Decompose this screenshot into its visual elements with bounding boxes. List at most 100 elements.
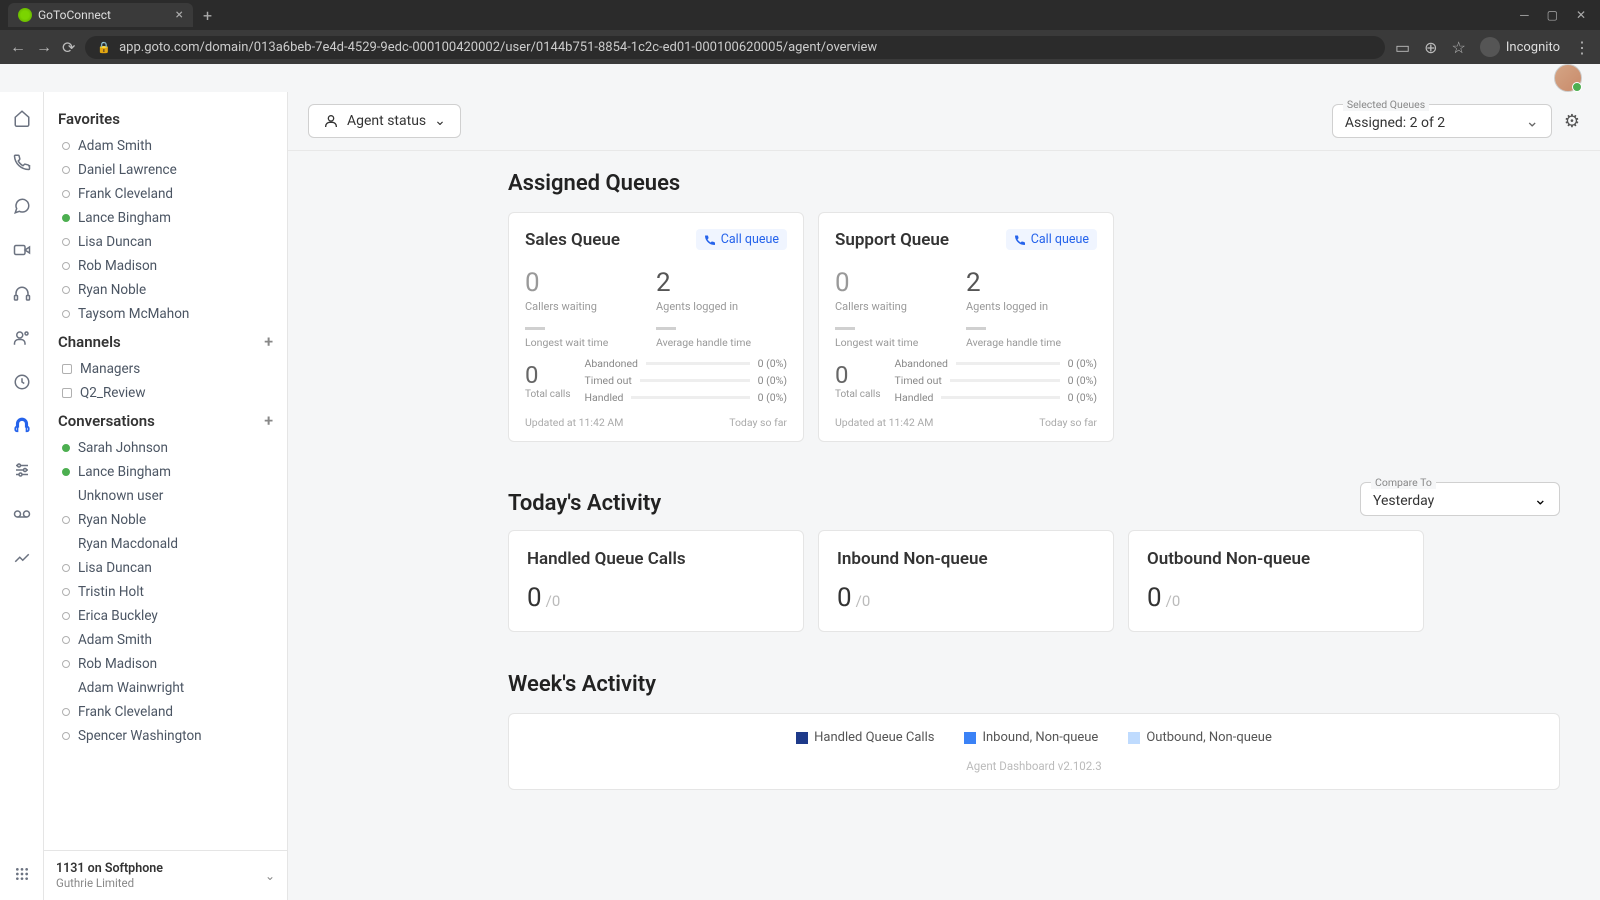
forward-icon[interactable]: → (36, 37, 52, 57)
conversation-item[interactable]: Lisa Duncan (52, 556, 279, 580)
zoom-icon[interactable]: ⊕ (1424, 38, 1437, 57)
call-queue-button[interactable]: Call queue (696, 229, 787, 250)
conversation-item[interactable]: Lance Bingham (52, 460, 279, 484)
app-header (0, 64, 1600, 92)
gear-icon[interactable]: ⚙ (1564, 111, 1580, 132)
timed-out-value: 0 (0%) (1068, 374, 1097, 387)
menu-icon[interactable]: ⋮ (1574, 38, 1590, 57)
minimize-icon[interactable]: ─ (1520, 8, 1529, 22)
handled-label: Handled (585, 391, 624, 404)
channel-item[interactable]: Managers (52, 357, 279, 381)
close-window-icon[interactable]: ✕ (1576, 8, 1586, 22)
selected-queues-label: Selected Queues (1343, 98, 1429, 111)
presence-icon (62, 588, 70, 596)
history-icon[interactable] (12, 372, 32, 392)
agents-logged-label: Agents logged in (966, 300, 1097, 313)
callers-waiting-value: 0 (835, 268, 966, 298)
channels-title: Channels (58, 333, 121, 351)
call-queue-button[interactable]: Call queue (1006, 229, 1097, 250)
voicemail-icon[interactable] (12, 504, 32, 524)
conversation-name: Lisa Duncan (78, 560, 152, 576)
compare-to-dropdown[interactable]: Compare To Yesterday ⌄ (1360, 482, 1560, 516)
conversations-header[interactable]: Conversations + (52, 405, 279, 436)
incognito-label: Incognito (1506, 40, 1560, 55)
add-conversation-icon[interactable]: + (264, 411, 273, 430)
conversation-name: Sarah Johnson (78, 440, 168, 456)
reload-icon[interactable]: ⟳ (62, 38, 75, 57)
conversation-item[interactable]: Adam Smith (52, 628, 279, 652)
maximize-icon[interactable]: ▢ (1547, 8, 1558, 22)
conversation-name: Adam Wainwright (78, 680, 184, 696)
avatar[interactable] (1554, 64, 1582, 92)
browser-tab[interactable]: GoToConnect × (8, 3, 193, 27)
chevron-down-icon: ⌄ (434, 113, 446, 129)
presence-icon (62, 564, 70, 572)
agents-logged-label: Agents logged in (656, 300, 787, 313)
contacts-icon[interactable] (12, 328, 32, 348)
conversation-item[interactable]: Frank Cleveland (52, 700, 279, 724)
bookmark-icon[interactable]: ☆ (1452, 38, 1466, 57)
presence-icon (62, 238, 70, 246)
back-icon[interactable]: ← (10, 37, 26, 57)
phone-icon[interactable] (12, 152, 32, 172)
conversation-item[interactable]: Adam Wainwright (52, 676, 279, 700)
legend-item: Outbound, Non-queue (1128, 730, 1272, 745)
total-calls-value: 0 (835, 361, 881, 389)
favorite-item[interactable]: Frank Cleveland (52, 182, 279, 206)
favorite-name: Taysom McMahon (78, 306, 189, 322)
channel-item[interactable]: Q2_Review (52, 381, 279, 405)
activity-value: 0 (527, 583, 542, 613)
conversation-item[interactable]: Rob Madison (52, 652, 279, 676)
legend-label: Outbound, Non-queue (1146, 730, 1272, 745)
selected-queues-dropdown[interactable]: Selected Queues Assigned: 2 of 2 ⌄ (1332, 104, 1552, 138)
activity-value: 0 (1147, 583, 1162, 613)
user-icon (323, 113, 339, 129)
channel-name: Managers (80, 361, 140, 377)
channels-header[interactable]: Channels + (52, 326, 279, 357)
chat-icon[interactable] (12, 196, 32, 216)
callers-waiting-label: Callers waiting (525, 300, 656, 313)
favorite-item[interactable]: Lisa Duncan (52, 230, 279, 254)
add-channel-icon[interactable]: + (264, 332, 273, 351)
favorites-header[interactable]: Favorites (52, 104, 279, 134)
today-activity-title: Today's Activity (508, 491, 661, 516)
favorite-name: Lance Bingham (78, 210, 171, 226)
favorite-item[interactable]: Lance Bingham (52, 206, 279, 230)
agent-status-dropdown[interactable]: Agent status ⌄ (308, 104, 461, 138)
conversation-item[interactable]: Ryan Macdonald (52, 532, 279, 556)
home-icon[interactable] (12, 108, 32, 128)
favorites-title: Favorites (58, 110, 120, 128)
install-icon[interactable]: ▭ (1395, 38, 1410, 57)
legend-label: Handled Queue Calls (814, 730, 934, 745)
compare-value: Yesterday (1373, 493, 1523, 509)
favorite-item[interactable]: Ryan Noble (52, 278, 279, 302)
favorite-item[interactable]: Daniel Lawrence (52, 158, 279, 182)
apps-icon[interactable] (12, 864, 32, 884)
conversation-item[interactable]: Sarah Johnson (52, 436, 279, 460)
analytics-icon[interactable] (12, 548, 32, 568)
sidebar-footer[interactable]: 1131 on Softphone Guthrie Limited ⌄ (44, 850, 287, 900)
url-input[interactable]: 🔒 app.goto.com/domain/013a6beb-7e4d-4529… (85, 36, 1385, 59)
new-tab-button[interactable]: + (203, 6, 212, 25)
settings-sliders-icon[interactable] (12, 460, 32, 480)
agent-status-label: Agent status (347, 113, 426, 129)
activity-card: Outbound Non-queue 0/0 (1128, 530, 1424, 632)
headset-icon[interactable] (12, 284, 32, 304)
conversation-item[interactable]: Ryan Noble (52, 508, 279, 532)
icon-rail (0, 92, 44, 900)
timed-out-label: Timed out (895, 374, 942, 387)
favorite-item[interactable]: Rob Madison (52, 254, 279, 278)
presence-icon (62, 286, 70, 294)
close-tab-icon[interactable]: × (176, 7, 183, 23)
conversation-item[interactable]: Erica Buckley (52, 604, 279, 628)
favorite-name: Adam Smith (78, 138, 152, 154)
favorite-item[interactable]: Taysom McMahon (52, 302, 279, 326)
queue-icon[interactable] (12, 416, 32, 436)
favorite-item[interactable]: Adam Smith (52, 134, 279, 158)
conversation-item[interactable]: Unknown user (52, 484, 279, 508)
conversation-item[interactable]: Spencer Washington (52, 724, 279, 748)
video-icon[interactable] (12, 240, 32, 260)
conversation-item[interactable]: Tristin Holt (52, 580, 279, 604)
legend-label: Inbound, Non-queue (982, 730, 1098, 745)
legend-swatch (796, 732, 808, 744)
